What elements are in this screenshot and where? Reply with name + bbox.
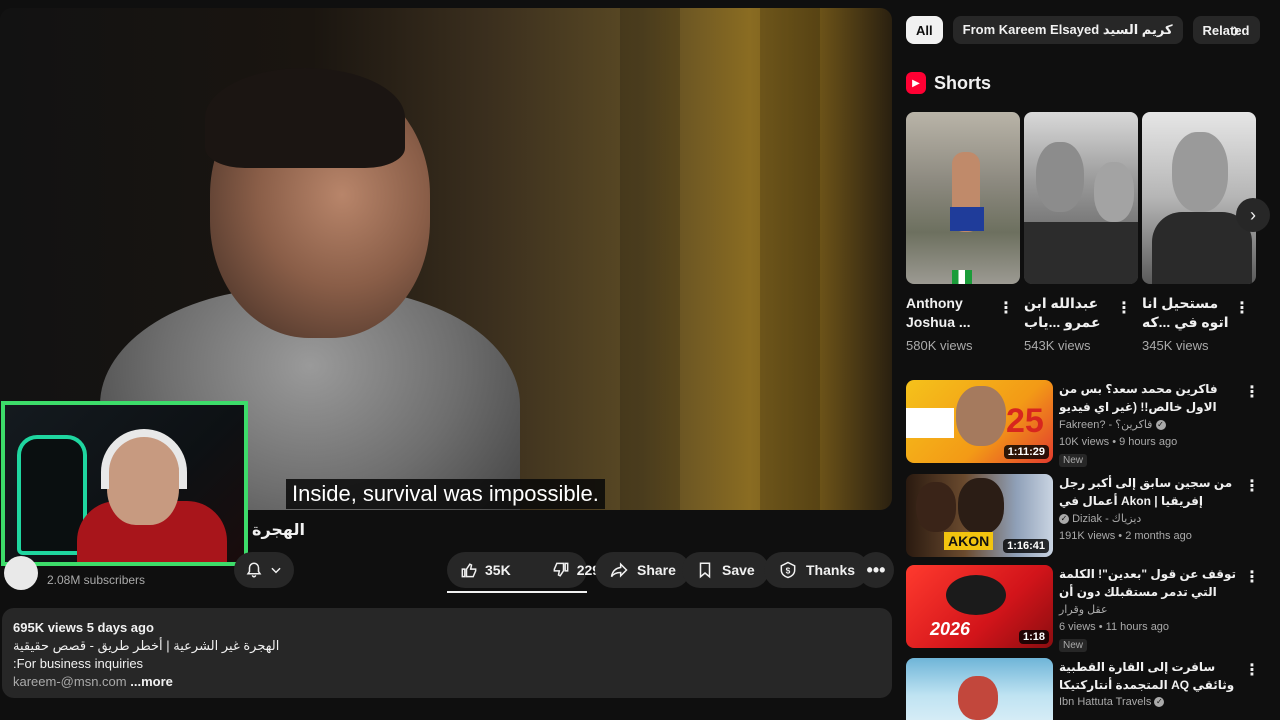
more-actions-button[interactable]: •••	[858, 552, 894, 588]
shorts-logo-icon: ▶	[906, 72, 926, 94]
like-button[interactable]: 35K	[447, 552, 523, 588]
share-icon	[610, 562, 628, 578]
channel-avatar[interactable]	[4, 556, 38, 590]
related-video[interactable]: سافرت إلى القارة القطبية المتجمدة أنتارك…	[906, 658, 1260, 720]
svg-text:$: $	[786, 565, 791, 575]
new-badge: New	[1059, 639, 1088, 652]
caption-text: Inside, survival was impossible.	[286, 479, 605, 509]
description-line: الهجرة غير الشرعية | أخطر طريق - قصص حقي…	[13, 638, 280, 653]
video-title: الهجرة	[252, 522, 305, 539]
share-label: Share	[637, 562, 676, 578]
thanks-dollar-icon: $	[780, 561, 796, 579]
show-more-link[interactable]: ...more	[130, 674, 173, 689]
channel-name[interactable]: ✓ Diziak - ديزياك	[1059, 512, 1141, 525]
verified-icon: ✓	[1059, 514, 1069, 525]
video-meta: 191K views • 2 months ago	[1059, 530, 1192, 542]
short-thumbnail[interactable]	[906, 112, 1020, 284]
video-title[interactable]: سافرت إلى القارة القطبية المتجمدة أنتارك…	[1059, 658, 1239, 694]
short-title[interactable]: Anthony Joshua ...	[906, 294, 998, 332]
short-card[interactable]: Anthony Joshua ... 580K views ⋮	[906, 112, 1020, 353]
related-video[interactable]: 2026 1:18 توقف عن قول "بعدين"! الكلمة ال…	[906, 565, 1260, 652]
channel-name[interactable]: Fakreen? - فاكرين؟ ✓	[1059, 418, 1166, 431]
short-views: 345K views	[1142, 338, 1209, 353]
short-thumbnail[interactable]	[1024, 112, 1138, 284]
verified-icon: ✓	[1154, 697, 1165, 708]
more-horizontal-icon: •••	[866, 559, 886, 580]
video-title[interactable]: توقف عن قول "بعدين"! الكلمة التي تدمر مس…	[1059, 565, 1239, 601]
short-menu-icon[interactable]: ⋮	[998, 298, 1014, 318]
chevron-right-icon: ›	[1250, 204, 1256, 225]
chips-next-button[interactable]: ›	[1222, 16, 1250, 44]
channel-actions-row: 2.08M subscribers 35K 229 Share Save $ T…	[0, 548, 894, 598]
video-thumbnail[interactable]: 25 1:11:29	[906, 380, 1053, 463]
related-video[interactable]: 25 1:11:29 فاكرين محمد سعد؟ بس من الاول …	[906, 380, 1260, 467]
shorts-header: ▶ Shorts	[906, 72, 991, 94]
like-count: 35K	[485, 562, 511, 578]
video-menu-icon[interactable]: ⋮	[1244, 660, 1260, 680]
video-duration: 1:18	[1018, 630, 1049, 644]
thanks-label: Thanks	[806, 562, 856, 578]
verified-icon: ✓	[1155, 420, 1166, 431]
video-title[interactable]: من سجين سابق إلى أكبر رجل أعمال في Akon …	[1059, 474, 1239, 510]
video-title[interactable]: فاكرين محمد سعد؟ بس من الاول خالص!! (غير…	[1059, 380, 1239, 416]
curtain-fold	[620, 8, 680, 510]
chip-all[interactable]: All	[906, 16, 943, 44]
filter-chips: All From Kareem Elsayed كريم السيد Relat…	[906, 16, 1260, 44]
thanks-button[interactable]: $ Thanks	[764, 552, 870, 588]
short-title[interactable]: مستحيل انا اتوه في ...كه فيها ف الاخر	[1142, 294, 1234, 332]
short-menu-icon[interactable]: ⋮	[1116, 298, 1132, 318]
thumbs-down-icon	[553, 562, 569, 577]
video-thumbnail[interactable]	[906, 658, 1053, 720]
chip-from-channel[interactable]: From Kareem Elsayed كريم السيد	[952, 16, 1183, 44]
notifications-button[interactable]	[234, 552, 294, 588]
shorts-next-button[interactable]: ›	[1236, 198, 1270, 232]
video-thumbnail[interactable]: AKON 1:16:41	[906, 474, 1053, 557]
short-card[interactable]: مستحيل انا اتوه في ...كه فيها ف الاخر 34…	[1142, 112, 1256, 353]
share-button[interactable]: Share	[595, 552, 690, 588]
video-meta: 10K views • 9 hours ago	[1059, 436, 1178, 448]
description-email: kareem-@msn.com	[13, 674, 127, 689]
chevron-down-icon	[271, 567, 281, 574]
video-menu-icon[interactable]: ⋮	[1244, 382, 1260, 402]
like-dislike-group: 35K 229	[447, 552, 600, 588]
short-views: 580K views	[906, 338, 973, 353]
short-menu-icon[interactable]: ⋮	[1234, 298, 1250, 318]
short-card[interactable]: عبدالله ابن عمرو ...ياب هيناقس أبوه 543K…	[1024, 112, 1138, 353]
streamer-webcam-overlay	[1, 401, 248, 566]
description-line: :For business inquiries	[13, 656, 144, 671]
video-thumbnail[interactable]: 2026 1:18	[906, 565, 1053, 648]
shorts-title: Shorts	[934, 72, 992, 93]
view-count-date: 695K views 5 days ago	[13, 620, 154, 635]
video-duration: 1:16:41	[1003, 539, 1049, 553]
channel-name[interactable]: عقل وقرار	[1059, 603, 1108, 616]
short-views: 543K views	[1024, 338, 1091, 353]
like-progress-underline	[447, 591, 587, 593]
video-menu-icon[interactable]: ⋮	[1244, 567, 1260, 587]
subscriber-count: 2.08M subscribers	[47, 573, 146, 587]
video-meta: 6 views • 11 hours ago	[1059, 621, 1170, 633]
short-title[interactable]: عبدالله ابن عمرو ...ياب هيناقس أبوه	[1024, 294, 1116, 332]
video-duration: 1:11:29	[1003, 445, 1049, 459]
new-badge: New	[1059, 454, 1088, 467]
video-menu-icon[interactable]: ⋮	[1244, 476, 1260, 496]
bell-icon	[246, 562, 262, 578]
thumbs-up-icon	[461, 563, 477, 578]
short-thumbnail[interactable]	[1142, 112, 1256, 284]
save-button[interactable]: Save	[682, 552, 769, 588]
description-box[interactable]: 695K views 5 days ago الهجرة غير الشرعية…	[2, 608, 892, 698]
chevron-right-icon: ›	[1232, 17, 1240, 42]
related-video[interactable]: AKON 1:16:41 من سجين سابق إلى أكبر رجل أ…	[906, 474, 1260, 558]
youtube-watch-page: Inside, survival was impossible. الهجرة …	[0, 0, 1280, 720]
save-label: Save	[722, 562, 755, 578]
bookmark-icon	[699, 562, 711, 579]
curtain-fold	[760, 8, 820, 510]
channel-name[interactable]: Ibn Hattuta Travels ✓	[1059, 696, 1165, 708]
